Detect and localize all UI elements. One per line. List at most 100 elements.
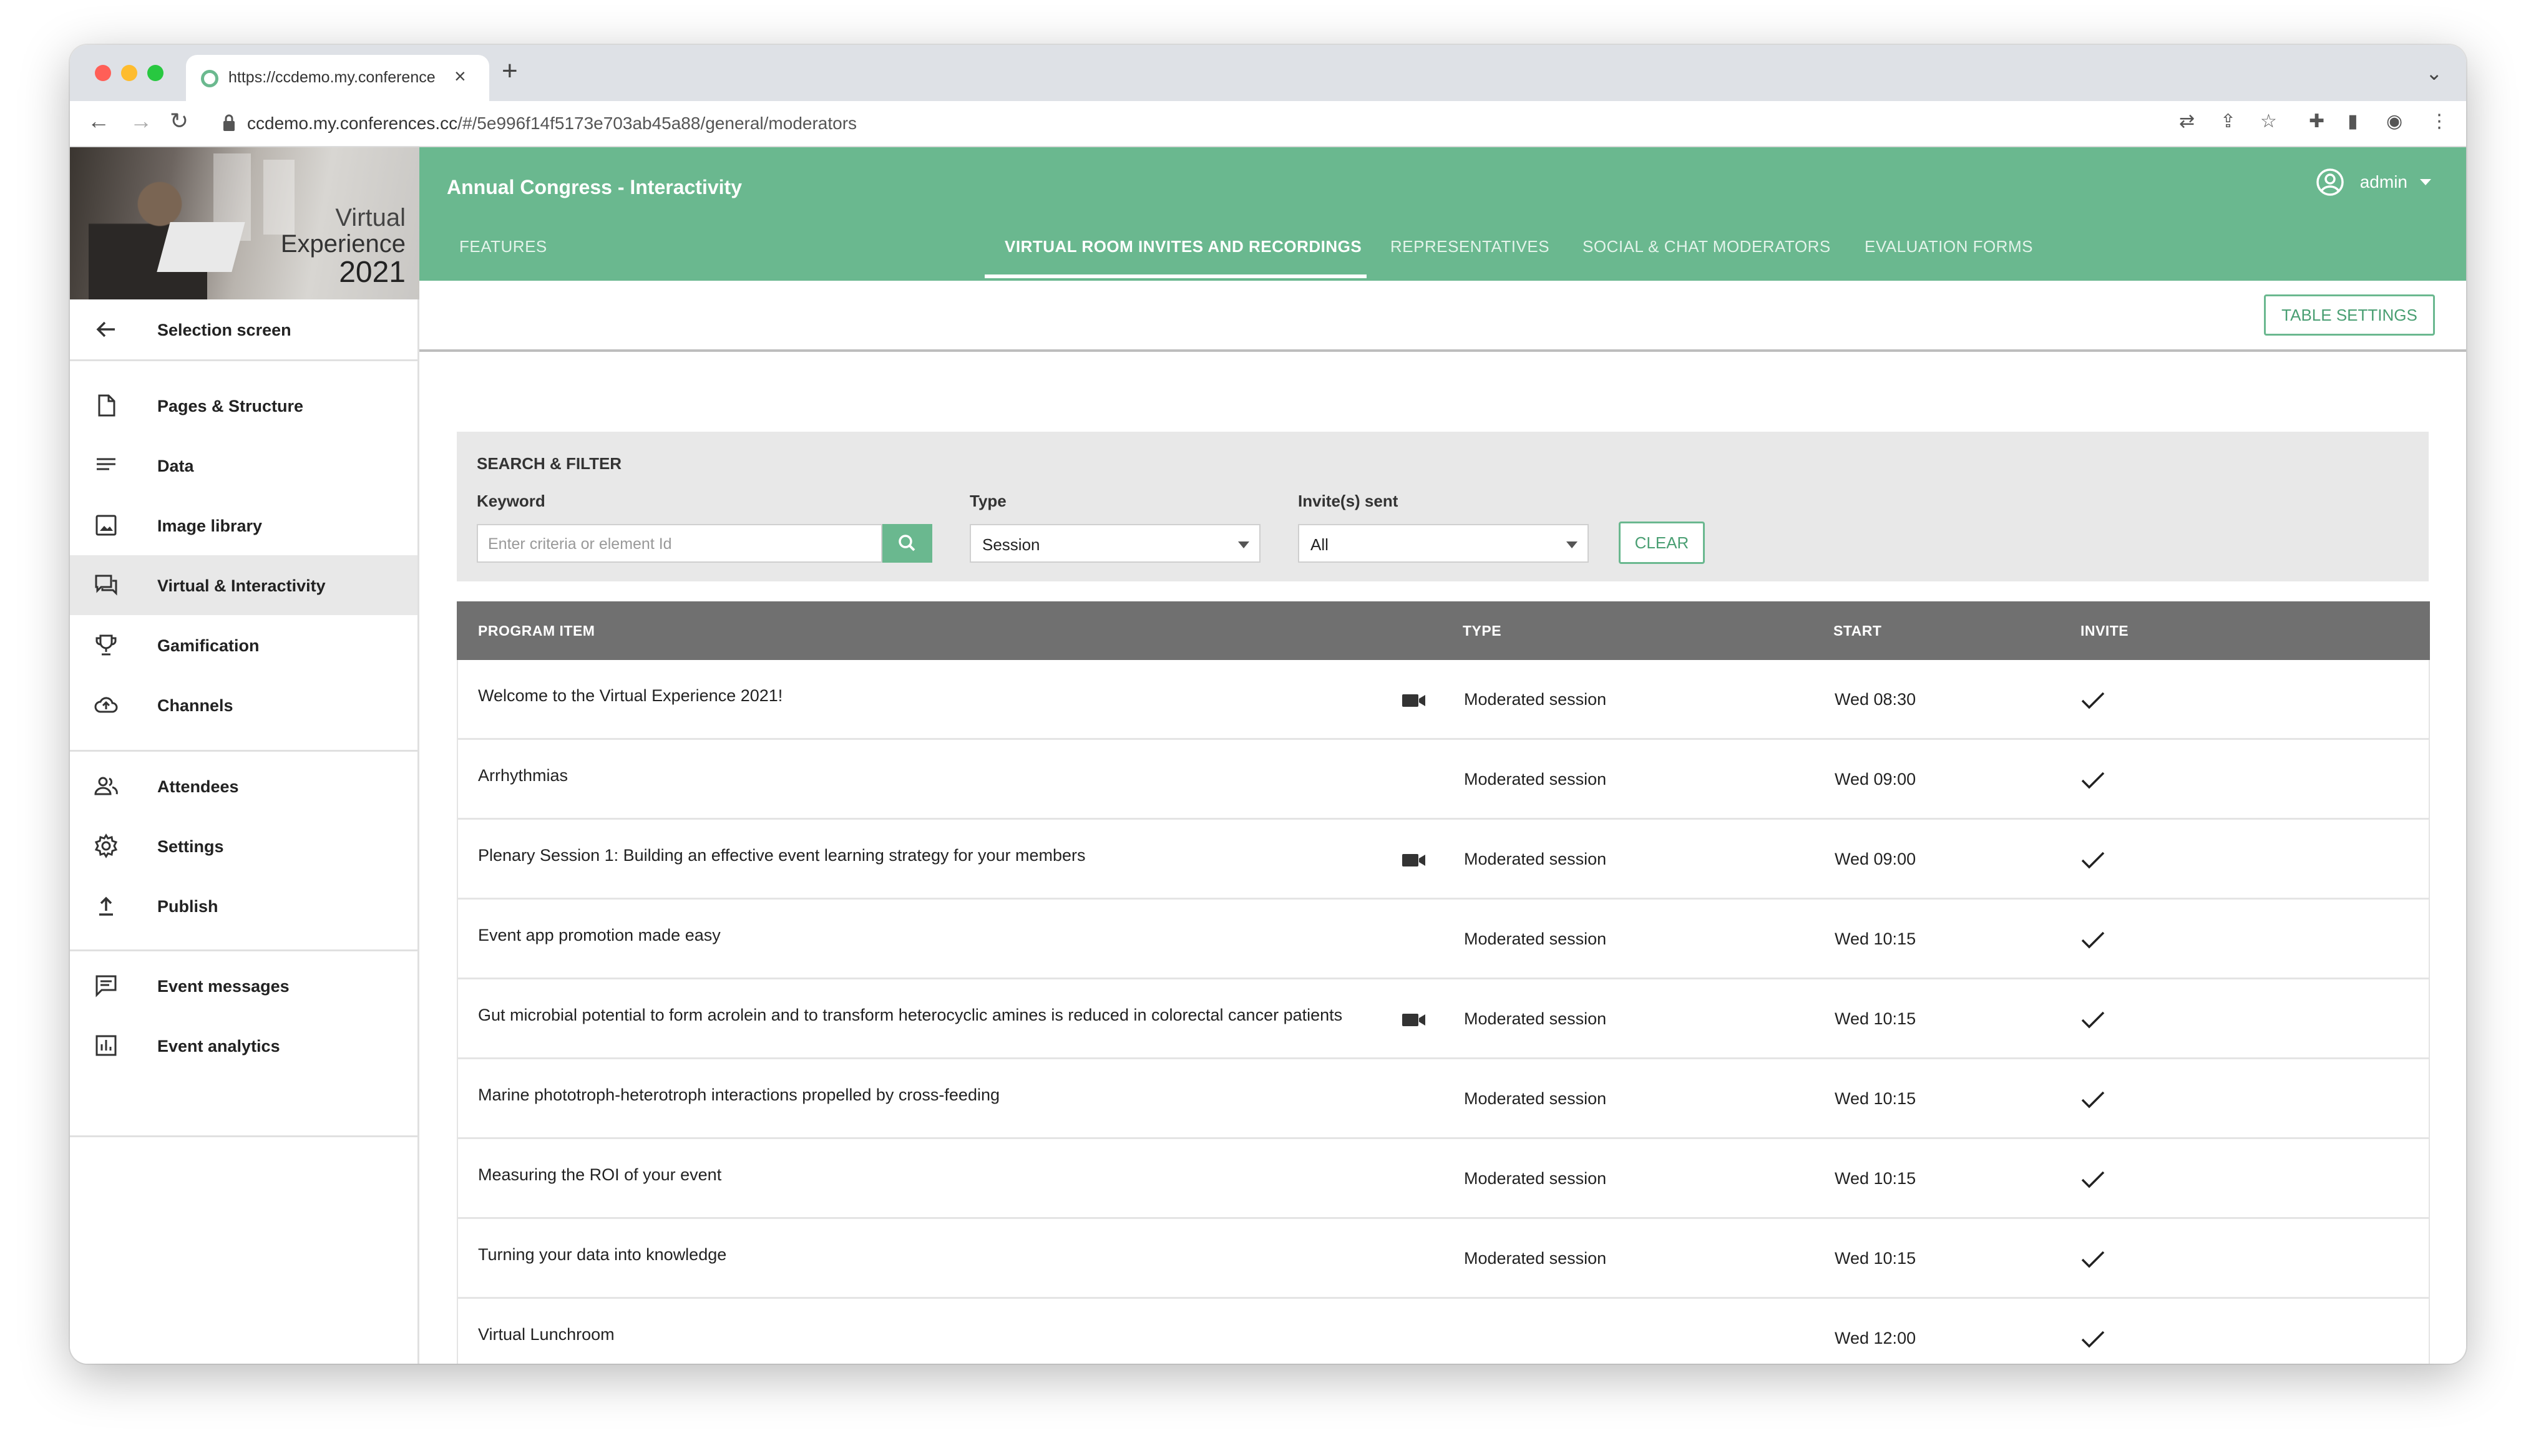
checkmark-icon [2081,1171,2105,1188]
browser-tab[interactable]: https://ccdemo.my.conference × [186,55,489,101]
clear-button[interactable]: CLEAR [1619,522,1705,564]
browser-toolbar: ← → ↻ ccdemo.my.conferences.cc/#/5e996f1… [70,101,2466,147]
list-icon [97,458,115,470]
sidebar-item-event-messages[interactable]: Event messages [70,956,417,1016]
column-header-invite[interactable]: INVITE [2080,623,2129,639]
image-icon [95,515,117,536]
sidebar-item-pages[interactable]: Pages & Structure [70,376,417,435]
search-icon [899,535,915,551]
more-menu-icon[interactable]: ⋮ [2430,112,2449,131]
program-item-cell: Virtual Lunchroom [478,1325,615,1344]
type-select[interactable]: Session [970,524,1261,563]
video-camera-icon[interactable] [1402,1012,1426,1028]
maximize-window-button[interactable] [147,65,163,81]
sidebar-item-label: Event analytics [157,1037,280,1056]
video-camera-icon[interactable] [1402,692,1426,709]
page-icon [98,394,115,417]
translate-icon[interactable]: ⇄ [2179,112,2195,131]
program-item-cell: Arrhythmias [478,766,568,785]
address-bar[interactable]: ccdemo.my.conferences.cc/#/5e996f14f5173… [247,114,857,133]
sidebar-item-virtual-interactivity[interactable]: Virtual & Interactivity [70,555,417,615]
favicon-icon [201,70,218,87]
url-host: ccdemo.my.conferences.cc [247,114,458,133]
minimize-window-button[interactable] [121,65,137,81]
start-cell: Wed 12:00 [1835,1329,1916,1347]
column-header-type[interactable]: TYPE [1463,623,1501,639]
sidepanel-icon[interactable]: ▮ [2348,112,2358,131]
extensions-icon[interactable]: ✚ [2309,112,2324,131]
keyword-input[interactable]: Enter criteria or element Id [477,524,882,563]
user-menu[interactable]: admin [2315,167,2431,197]
event-banner: Virtual Experience 2021 [70,147,419,299]
start-cell: Wed 10:15 [1835,1089,1916,1108]
tab-virtual-room-invites[interactable]: VIRTUAL ROOM INVITES AND RECORDINGS [1005,237,1362,256]
close-window-button[interactable] [95,65,111,81]
tab-evaluation-forms[interactable]: EVALUATION FORMS [1865,237,2033,256]
tab-close-icon[interactable]: × [454,65,466,88]
sidebar-item-label: Image library [157,517,263,535]
sidebar: Virtual Experience 2021 Selection screen… [70,147,419,1364]
start-cell: Wed 10:15 [1835,1169,1916,1188]
table-row[interactable]: Measuring the ROI of your event Moderated… [457,1139,2430,1219]
checkmark-icon [2081,931,2105,949]
program-item-cell: Event app promotion made easy [478,926,721,944]
tab-features[interactable]: FEATURES [459,237,547,256]
sidebar-item-data[interactable]: Data [70,435,417,495]
sidebar-item-image-library[interactable]: Image library [70,495,417,555]
column-header-program-item[interactable]: PROGRAM ITEM [478,623,595,639]
sidebar-item-label: Pages & Structure [157,397,304,415]
table-row[interactable]: Virtual Lunchroom Wed 12:00 [457,1299,2430,1364]
filter-title: SEARCH & FILTER [477,454,622,473]
page-title: Annual Congress - Interactivity [447,176,742,198]
table-settings-button[interactable]: TABLE SETTINGS [2264,294,2435,336]
sidebar-item-gamification[interactable]: Gamification [70,615,417,675]
program-item-cell: Measuring the ROI of your event [478,1165,722,1184]
share-icon[interactable]: ⇪ [2220,112,2236,131]
back-arrow-icon[interactable]: ← [87,110,110,132]
actions-bar: TABLE SETTINGS [419,281,2466,352]
invites-select-value: All [1310,535,1329,554]
checkmark-icon [2081,852,2105,869]
tab-title: https://ccdemo.my.conference [228,69,436,86]
checkmark-icon [2081,772,2105,789]
search-button[interactable] [882,524,932,563]
tab-social-chat-moderators[interactable]: SOCIAL & CHAT MODERATORS [1583,237,1831,256]
table-row[interactable]: Arrhythmias Moderated session Wed 09:00 [457,740,2430,820]
sidebar-item-event-analytics[interactable]: Event analytics [70,1016,417,1075]
sidebar-item-selection-screen[interactable]: Selection screen [70,299,417,359]
video-camera-icon[interactable] [1402,852,1426,868]
app-header: Annual Congress - Interactivity admin FE… [419,147,2466,281]
start-cell: Wed 10:15 [1835,1009,1916,1028]
account-circle-icon [2316,168,2344,196]
table-row[interactable]: Gut microbial potential to form acrolein… [457,979,2430,1059]
sidebar-item-publish[interactable]: Publish [70,876,417,936]
sidebar-item-attendees[interactable]: Attendees [70,756,417,816]
tab-search-icon[interactable]: ⌄ [2426,61,2442,85]
table-row[interactable]: Turning your data into knowledge Moderate… [457,1219,2430,1299]
table-row[interactable]: Marine phototroph-heterotroph interactio… [457,1059,2430,1139]
program-item-cell: Welcome to the Virtual Experience 2021! [478,686,783,705]
profile-icon[interactable]: ◉ [2386,112,2402,131]
trophy-icon [95,634,117,656]
back-arrow-icon [96,321,115,337]
analytics-icon [95,1035,117,1056]
invites-select[interactable]: All [1298,524,1589,563]
reload-icon[interactable]: ↻ [170,110,188,132]
column-header-start[interactable]: START [1833,623,1881,639]
new-tab-button[interactable]: + [502,57,518,85]
lock-icon [223,114,235,131]
forward-arrow-icon[interactable]: → [130,110,152,132]
tab-strip: https://ccdemo.my.conference × + ⌄ [70,45,2466,101]
table-row[interactable]: Event app promotion made easy Moderated s… [457,900,2430,979]
sidebar-item-settings[interactable]: Settings [70,816,417,876]
search-filter-panel: SEARCH & FILTER Keyword Type Invite(s) s… [457,432,2429,581]
type-cell: Moderated session [1464,850,1607,868]
table-row[interactable]: Plenary Session 1: Building an effective… [457,820,2430,900]
dropdown-caret-icon [1566,541,1578,548]
bookmark-star-icon[interactable]: ☆ [2260,112,2277,131]
table-row[interactable]: Welcome to the Virtual Experience 2021! M… [457,660,2430,740]
start-cell: Wed 09:00 [1835,770,1916,789]
invites-label: Invite(s) sent [1298,492,1398,510]
sidebar-item-channels[interactable]: Channels [70,675,417,735]
tab-representatives[interactable]: REPRESENTATIVES [1390,237,1549,256]
